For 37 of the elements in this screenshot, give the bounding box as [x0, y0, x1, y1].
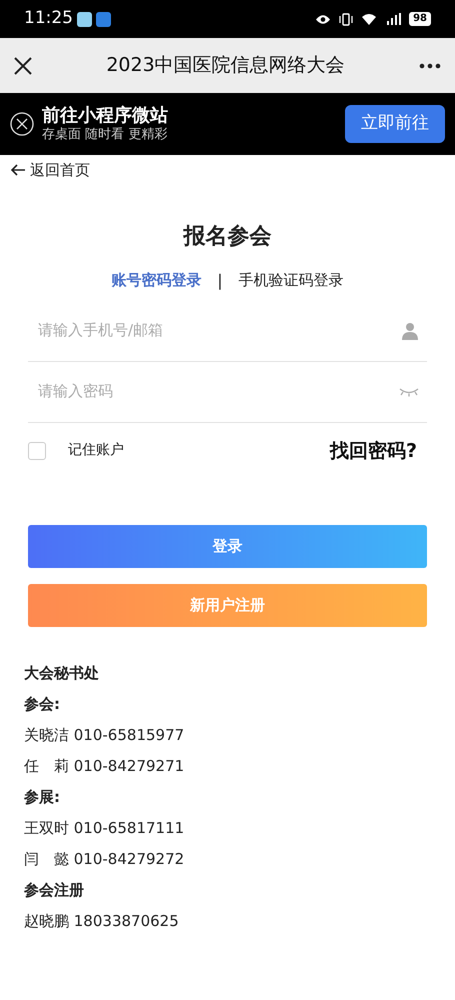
more-icon[interactable]	[418, 62, 441, 68]
closed-eye-icon	[399, 386, 419, 396]
app-icon	[96, 12, 111, 26]
contact-heading: 参会注册	[24, 880, 85, 900]
checkbox-label: 记住账户	[68, 441, 124, 460]
person-icon	[401, 322, 419, 340]
contact-line: 任 莉 010-84279271	[24, 756, 186, 776]
tab-separator: |	[217, 270, 223, 292]
contact-line: 关晓洁 010-65815977	[24, 725, 186, 745]
contact-heading: 参展:	[24, 787, 61, 807]
contact-line: 闫 懿 010-84279272	[24, 849, 186, 869]
vibrate-icon	[339, 12, 354, 26]
contact-line: 王双时 010-65817111	[24, 818, 186, 838]
app-icon	[77, 12, 92, 26]
eye-icon	[315, 14, 332, 24]
signal-icon	[385, 13, 402, 25]
login-tab[interactable]: 账号密码登录	[111, 269, 202, 292]
back-link[interactable]: 返回首页	[0, 155, 100, 186]
banner-subtitle: 存桌面 随时看 更精彩	[42, 127, 168, 143]
input-field[interactable]: 请输入手机号/邮箱	[28, 319, 401, 342]
checkbox[interactable]	[28, 442, 46, 460]
close-icon[interactable]	[14, 56, 32, 74]
login-tab[interactable]: 手机验证码登录	[238, 269, 344, 292]
back-arrow-icon	[10, 164, 26, 176]
login-button[interactable]: 登录	[28, 525, 427, 568]
input-field[interactable]: 请输入密码	[28, 380, 399, 403]
contact-heading: 大会秘书处	[24, 663, 100, 683]
battery-indicator: 98	[409, 12, 431, 26]
forgot-password-link[interactable]: 找回密码?	[330, 436, 417, 465]
form-title: 报名参会	[182, 222, 272, 250]
contact-heading: 参会:	[24, 694, 61, 714]
page-title: 2023中国医院信息网络大会	[106, 53, 345, 78]
banner-title: 前往小程序微站	[42, 105, 169, 127]
contact-line: 赵晓鹏 18033870625	[24, 911, 180, 931]
open-button[interactable]: 立即前往	[345, 105, 445, 143]
status-time: 11:25	[24, 7, 73, 30]
wifi-icon	[361, 13, 378, 25]
